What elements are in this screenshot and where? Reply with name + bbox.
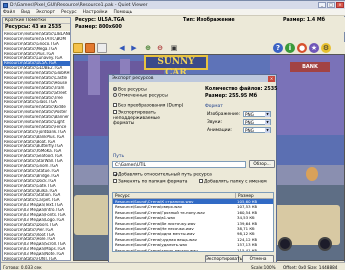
resource-info-bar: Ресурс: UL5A.TGA Тип: Изображение Размер… bbox=[73, 17, 345, 32]
chevron-down-icon: ▼ bbox=[265, 120, 270, 125]
checkbox-icon bbox=[113, 103, 117, 107]
checkbox-export-unsupported[interactable]: Экспортировать неподдерживаемые форматы bbox=[113, 110, 173, 126]
path-group-label: Путь bbox=[113, 154, 125, 159]
checkbox-add-folder-label: Добавлять папку с именем bbox=[204, 179, 267, 185]
checkbox-overwrite[interactable]: Заменять по папкам формата bbox=[113, 179, 188, 185]
export-path-input[interactable]: C:\Games\UTIL bbox=[112, 161, 246, 168]
export-file-table[interactable]: Ресурс Размер Resource\Sound\Стена\К стр… bbox=[112, 192, 274, 252]
resource-type: Тип: Изображение bbox=[183, 18, 235, 23]
checkbox-add-folder[interactable]: Добавлять папку с именем bbox=[199, 179, 267, 185]
menu-settings[interactable]: Настройки bbox=[83, 10, 108, 15]
cell-resource: Resource\Sound\Стена\таких листки.wav bbox=[115, 247, 198, 252]
radio-marked-resources[interactable]: Отмеченные ресурсы bbox=[113, 93, 168, 99]
sound-format-value: PNG bbox=[245, 120, 254, 125]
status-scale: Scale:100% bbox=[251, 264, 276, 270]
format-group-label: Формат bbox=[205, 104, 223, 109]
anim-format-select[interactable]: PNG ▼ bbox=[243, 127, 271, 133]
checkbox-overwrite-label: Заменять по папкам формата bbox=[118, 179, 188, 185]
preview-car bbox=[74, 195, 110, 235]
stop-icon[interactable]: ● bbox=[297, 43, 307, 53]
fit-window-icon[interactable]: ▣ bbox=[169, 43, 179, 53]
checkbox-icon bbox=[199, 179, 203, 183]
dialog-title: Экспорт ресурсов bbox=[112, 76, 154, 81]
resource-name: Ресурс: UL5A.TGA bbox=[75, 18, 125, 23]
column-size[interactable]: Размер bbox=[235, 193, 273, 198]
checkbox-export-unsupported-label: Экспортировать неподдерживаемые форматы bbox=[113, 110, 160, 126]
cell-size: 115,41 Кб bbox=[237, 247, 258, 252]
minimize-button[interactable]: _ bbox=[318, 2, 326, 8]
preview-character bbox=[306, 167, 318, 181]
preview-bank-sign: BANK bbox=[290, 62, 330, 72]
chevron-down-icon: ▼ bbox=[265, 112, 270, 117]
back-arrow-icon[interactable]: ◀ bbox=[117, 43, 127, 53]
sound-format-label: Звуки: bbox=[207, 120, 222, 125]
toolbar: ◀ ▶ ⊕ ⊖ ▣ ? i ● ★ ⚙ bbox=[73, 42, 345, 54]
help-icon[interactable]: ? bbox=[273, 43, 283, 53]
table-row[interactable]: Resource\Sound\Стена\таких листки.wav 115… bbox=[113, 247, 273, 252]
menu-help[interactable]: Помощь bbox=[113, 10, 132, 15]
dialog-close-button[interactable]: × bbox=[268, 75, 275, 82]
table-body: Resource\Sound\Стена\К страничк.wav 105,6… bbox=[113, 199, 273, 252]
checkbox-icon bbox=[113, 110, 117, 114]
preview-sign: SUNNY CAR bbox=[144, 55, 208, 78]
settings-icon[interactable]: ⚙ bbox=[321, 43, 331, 53]
save-icon[interactable] bbox=[97, 43, 107, 53]
resource-size: Размер: 1.4 Мб bbox=[283, 18, 326, 23]
image-format-select[interactable]: PNG ▼ bbox=[243, 111, 271, 117]
window-title: D:\Games\Pixel_GUI\Resource\Resource1.pa… bbox=[10, 2, 148, 8]
info-icon[interactable]: i bbox=[285, 43, 295, 53]
chevron-down-icon: ▼ bbox=[265, 128, 270, 133]
image-format-value: PNG bbox=[245, 112, 254, 117]
checkbox-no-conversion[interactable]: Без преобразования (Dump) bbox=[113, 103, 183, 109]
sound-format-select[interactable]: PNG ▼ bbox=[243, 119, 271, 125]
forward-arrow-icon[interactable]: ▶ bbox=[129, 43, 139, 53]
export-icon[interactable] bbox=[85, 43, 95, 53]
files-size: Размер: 255.95 Мб bbox=[205, 94, 258, 99]
about-icon[interactable]: ★ bbox=[309, 43, 319, 53]
radio-all-label: Все ресурсы bbox=[118, 87, 147, 93]
menu-resource[interactable]: Ресурс bbox=[61, 10, 77, 15]
app-icon bbox=[3, 2, 8, 8]
maximize-button[interactable]: □ bbox=[327, 2, 335, 8]
status-bar: Готово: 0.033 сек Scale:100% Offset: 0x0… bbox=[1, 262, 345, 270]
export-dialog: Экспорт ресурсов × Все ресурсы Отмеченны… bbox=[108, 74, 277, 264]
radio-all-resources[interactable]: Все ресурсы bbox=[113, 87, 147, 93]
zoom-in-icon[interactable]: ⊕ bbox=[143, 43, 153, 53]
checkbox-relative-label: Добавлять относительный путь ресурса bbox=[118, 172, 212, 178]
radio-marked-label: Отмеченные ресурсы bbox=[118, 93, 168, 99]
menu-file[interactable]: Файл bbox=[3, 10, 15, 15]
resource-list-panel: Краткие Пометки Ресурсы: 43 из 2535 Reso… bbox=[2, 17, 71, 261]
menu-view[interactable]: Вид bbox=[21, 10, 30, 15]
anim-format-label: Анимации: bbox=[207, 128, 232, 133]
radio-icon bbox=[113, 93, 117, 97]
checkbox-relative-path[interactable]: Добавлять относительный путь ресурса bbox=[113, 172, 212, 178]
open-folder-icon[interactable] bbox=[73, 43, 83, 53]
resource-list[interactable]: Resource\Textures\Static\LIBLANE.TGAReso… bbox=[3, 32, 70, 260]
close-button[interactable]: × bbox=[336, 2, 344, 8]
app-window: D:\Games\Pixel_GUI\Resource\Resource1.pa… bbox=[0, 0, 345, 270]
title-bar: D:\Games\Pixel_GUI\Resource\Resource1.pa… bbox=[1, 1, 345, 9]
files-count: Количество файлов: 2535 bbox=[205, 87, 278, 92]
status-offset: Offset: 0x0 Size: 1448884 bbox=[283, 264, 338, 270]
zoom-out-icon[interactable]: ⊖ bbox=[155, 43, 165, 53]
preview-wheel bbox=[278, 237, 292, 251]
resource-dimensions: Размер: 800x600 bbox=[75, 25, 122, 30]
anim-format-value: PNG bbox=[245, 128, 254, 133]
checkbox-no-conversion-label: Без преобразования (Dump) bbox=[118, 103, 184, 109]
preview-tower bbox=[88, 55, 100, 95]
dialog-title-bar: Экспорт ресурсов × bbox=[109, 75, 276, 82]
image-format-label: Изображение: bbox=[207, 112, 241, 117]
list-item[interactable]: Resource\Static\FONT.TGA bbox=[3, 257, 70, 260]
browse-button[interactable]: Обзор... bbox=[249, 160, 275, 168]
resource-count: Ресурсы: 43 из 2535 bbox=[3, 24, 70, 31]
radio-selected-icon bbox=[113, 87, 117, 91]
preview-wheel bbox=[318, 237, 332, 251]
column-resource[interactable]: Ресурс bbox=[113, 193, 235, 198]
menu-bar: Файл Вид Экспорт Ресурс Настройки Помощь bbox=[1, 9, 345, 16]
checkbox-icon bbox=[113, 179, 117, 183]
checkbox-checked-icon bbox=[113, 172, 117, 176]
status-time: Готово: 0.033 сек bbox=[3, 264, 42, 270]
menu-export[interactable]: Экспорт bbox=[36, 10, 55, 15]
